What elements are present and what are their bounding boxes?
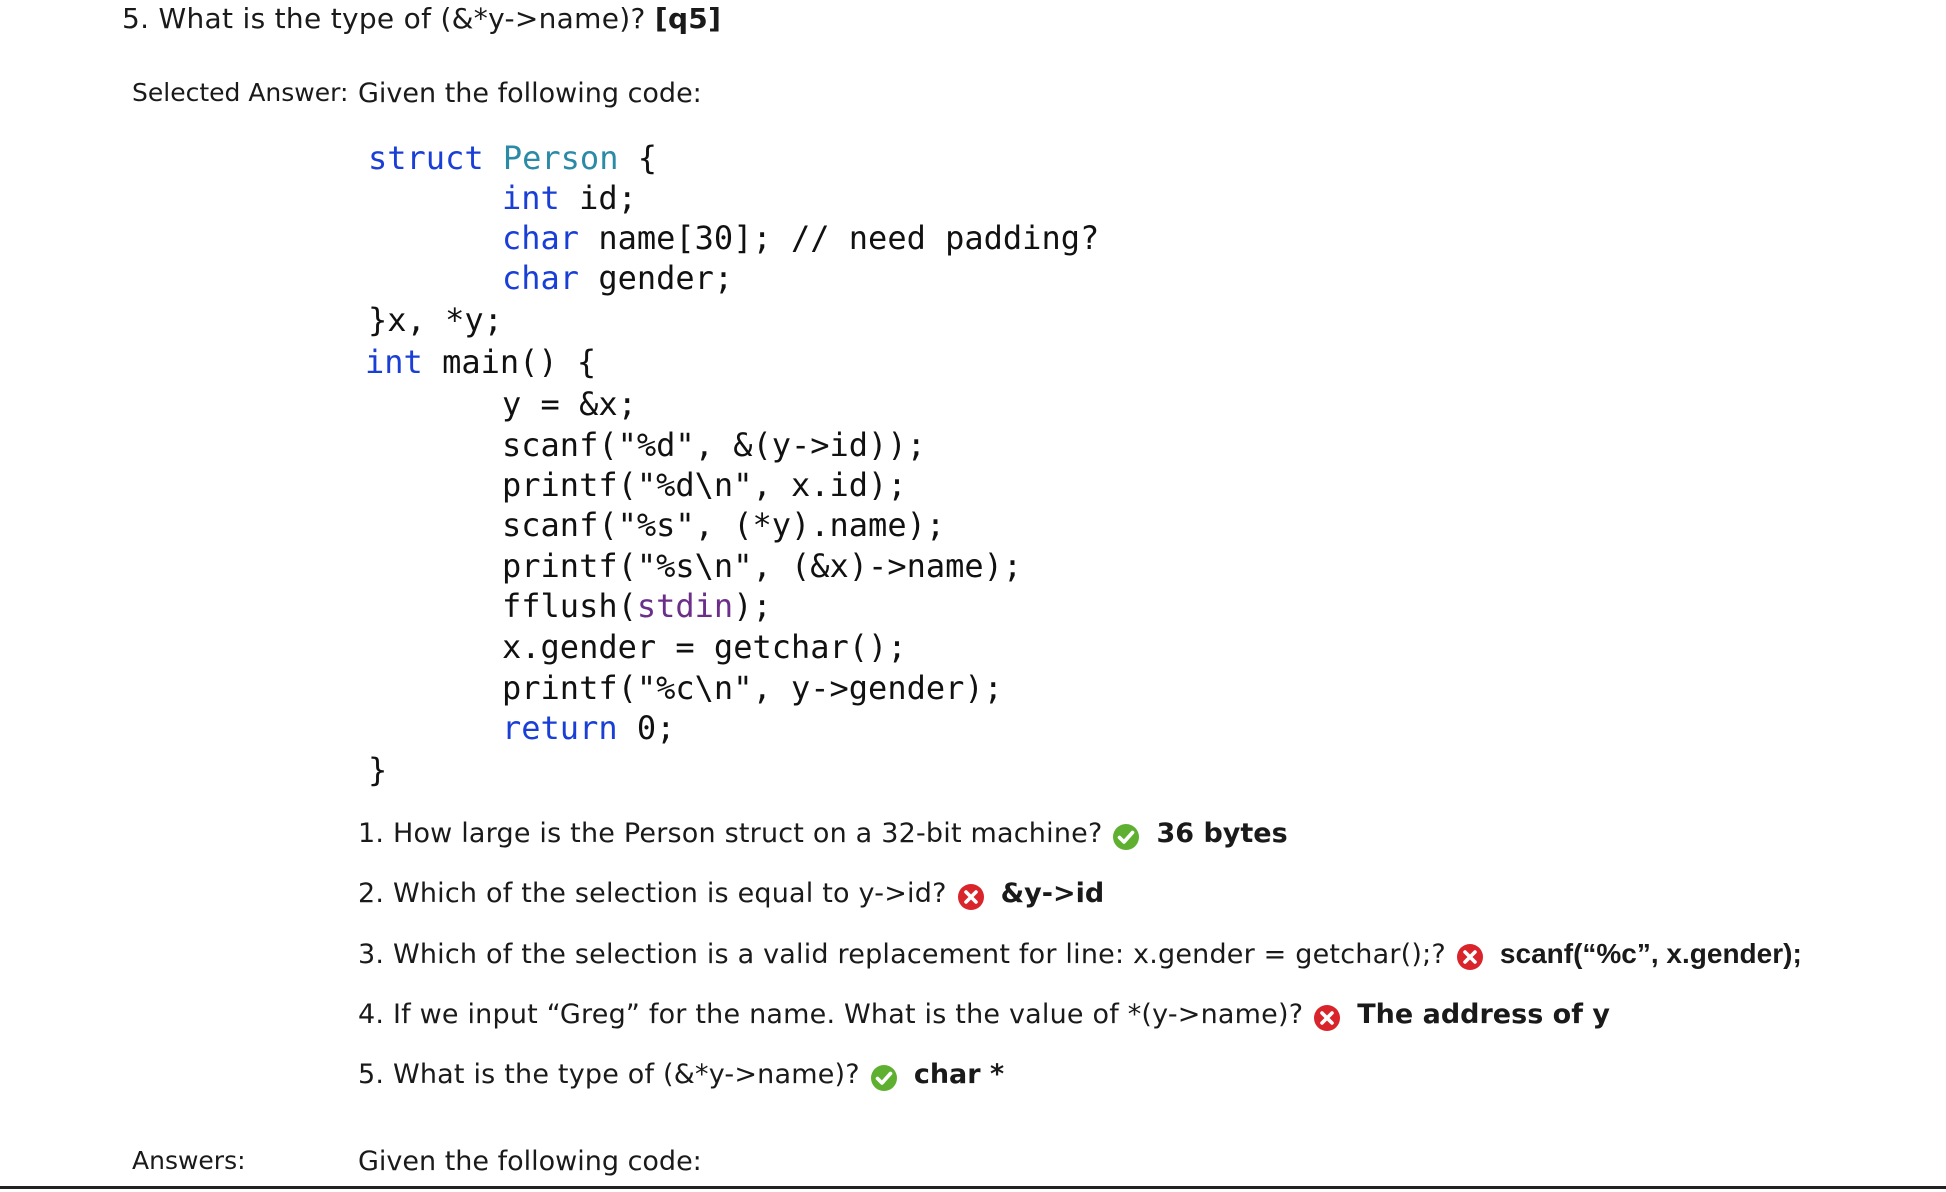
code-text: id; (559, 179, 637, 217)
code-line: printf("%s\n", (&x)->name); (502, 546, 1022, 586)
code-line: return 0; (502, 708, 675, 748)
question-title: 5. What is the type of (&*y->name)? [q5] (122, 2, 721, 35)
code-line: struct Person { (368, 138, 657, 178)
code-text: y = &x; (502, 385, 637, 423)
code-text: ); (733, 587, 772, 625)
sub-question-text: 4. If we input “Greg” for the name. What… (358, 999, 1304, 1030)
correct-check-icon (1113, 823, 1140, 850)
answers-label: Answers: (132, 1146, 246, 1175)
sub-question-item: 4. If we input “Greg” for the name. What… (358, 999, 1610, 1031)
code-text: scanf("%s", (*y).name); (502, 506, 946, 544)
code-text: name[30]; // need padding? (579, 219, 1100, 257)
answers-intro: Given the following code: (358, 1146, 702, 1177)
code-line: scanf("%d", &(y->id)); (502, 425, 926, 465)
code-text: { (618, 139, 657, 177)
code-text: scanf("%d", &(y->id)); (502, 426, 926, 464)
sub-question-answer: scanf(“%c”, x.gender); (1499, 938, 1802, 969)
correct-check-icon (870, 1064, 897, 1091)
code-line: int main() { (365, 342, 596, 382)
sub-question-item: 2. Which of the selection is equal to y-… (358, 878, 1105, 910)
sub-question-item: 1. How large is the Person struct on a 3… (358, 818, 1288, 850)
sub-question-answer: 36 bytes (1156, 818, 1288, 849)
code-keyword: char (502, 219, 580, 257)
code-ident: stdin (636, 587, 734, 625)
question-text: 5. What is the type of (&*y->name)? (122, 2, 646, 35)
code-text: printf("%d\n", x.id); (502, 466, 907, 504)
selected-answer-label: Selected Answer: (132, 78, 349, 107)
code-text: } (368, 751, 388, 789)
question-tag: [q5] (654, 2, 722, 35)
sub-question-text: 2. Which of the selection is equal to y-… (358, 878, 947, 909)
incorrect-x-icon (957, 883, 984, 910)
sub-question-item: 5. What is the type of (&*y->name)? char … (358, 1059, 1005, 1091)
incorrect-x-icon (1314, 1004, 1341, 1031)
code-text: x.gender = getchar(); (502, 628, 907, 666)
code-line: }x, *y; (368, 300, 503, 340)
sub-question-item: 3. Which of the selection is a valid rep… (358, 938, 1802, 970)
selected-answer-intro: Given the following code: (358, 78, 702, 109)
code-text: main() { (422, 343, 597, 381)
code-line: int id; (502, 178, 637, 218)
code-keyword: int (502, 179, 560, 217)
code-line: y = &x; (502, 384, 637, 424)
code-line: x.gender = getchar(); (502, 627, 907, 667)
code-text: printf("%c\n", y->gender); (502, 669, 1003, 707)
code-keyword: char (502, 259, 580, 297)
code-text: gender; (579, 259, 734, 297)
sub-question-text: 3. Which of the selection is a valid rep… (358, 938, 1446, 970)
sub-question-answer: char * (913, 1059, 1005, 1090)
code-keyword: return (502, 709, 618, 747)
code-type: Person (502, 139, 619, 177)
bottom-divider (0, 1186, 1946, 1189)
code-line: char gender; (502, 258, 733, 298)
code-text: 0; (617, 709, 676, 747)
code-line: printf("%c\n", y->gender); (502, 668, 1003, 708)
code-line: scanf("%s", (*y).name); (502, 505, 945, 545)
code-keyword: int (365, 343, 423, 381)
code-text: printf("%s\n", (&x)->name); (502, 547, 1023, 585)
code-line: printf("%d\n", x.id); (502, 465, 907, 505)
code-line: fflush(stdin); (502, 586, 772, 626)
code-keyword: struct (368, 139, 484, 177)
sub-question-answer: &y->id (1000, 878, 1105, 909)
sub-question-text: 1. How large is the Person struct on a 3… (358, 818, 1103, 849)
code-line: } (368, 750, 387, 790)
code-text: fflush( (502, 587, 637, 625)
incorrect-x-icon (1456, 944, 1483, 970)
code-line: char name[30]; // need padding? (502, 218, 1099, 258)
sub-question-text: 5. What is the type of (&*y->name)? (358, 1059, 860, 1090)
sub-question-answer: The address of y (1357, 999, 1610, 1030)
code-text: }x, *y; (368, 301, 503, 339)
